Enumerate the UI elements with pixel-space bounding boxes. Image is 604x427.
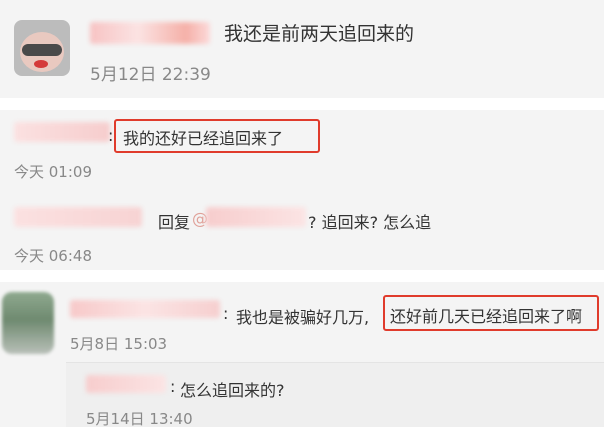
redacted-username[interactable] [70, 300, 220, 318]
comment-block-2: : 我也是被骗好几万, 还好前几天已经追回来了啊 5月8日 15:03 : 怎么… [0, 282, 604, 427]
reply-label: 回复 [158, 213, 191, 232]
avatar-mouth [34, 60, 48, 68]
comment-timestamp: 5月12日 22:39 [90, 65, 211, 85]
divider [0, 98, 604, 110]
reply-text: 我的还好已经追回来了 [123, 129, 284, 148]
redacted-username[interactable] [86, 375, 166, 393]
reply-colon: : [108, 126, 114, 145]
sub-reply-timestamp: 5月14日 13:40 [86, 410, 193, 427]
sub-reply-panel: : 怎么追回来的? 5月14日 13:40 [66, 362, 604, 427]
comment-text-highlighted: 还好前几天已经追回来了啊 [390, 307, 583, 326]
reply-timestamp: 今天 06:48 [14, 247, 92, 265]
redacted-username[interactable] [14, 122, 110, 142]
redacted-username[interactable] [90, 22, 210, 44]
sub-reply-colon: : [170, 377, 176, 396]
sub-reply-text: 怎么追回来的? [180, 381, 285, 400]
redacted-username[interactable] [14, 207, 142, 227]
redacted-mention[interactable] [206, 207, 306, 227]
avatar[interactable] [14, 20, 70, 76]
divider [0, 270, 604, 282]
comment-colon: : [223, 304, 229, 323]
reply-text: ? 追回来? 怎么追 [308, 213, 432, 232]
comment-timestamp: 5月8日 15:03 [70, 335, 168, 353]
avatar-eye-mask [22, 44, 62, 56]
replies-block: : 我的还好已经追回来了 今天 01:09 回复 @ ? 追回来? 怎么追 今天… [0, 110, 604, 270]
comment-block-1: 我还是前两天追回来的 5月12日 22:39 [0, 0, 604, 98]
comment-text: 我也是被骗好几万, [236, 308, 370, 327]
reply-timestamp: 今天 01:09 [14, 163, 92, 181]
comment-text: 我还是前两天追回来的 [224, 23, 415, 45]
avatar[interactable] [2, 292, 54, 354]
